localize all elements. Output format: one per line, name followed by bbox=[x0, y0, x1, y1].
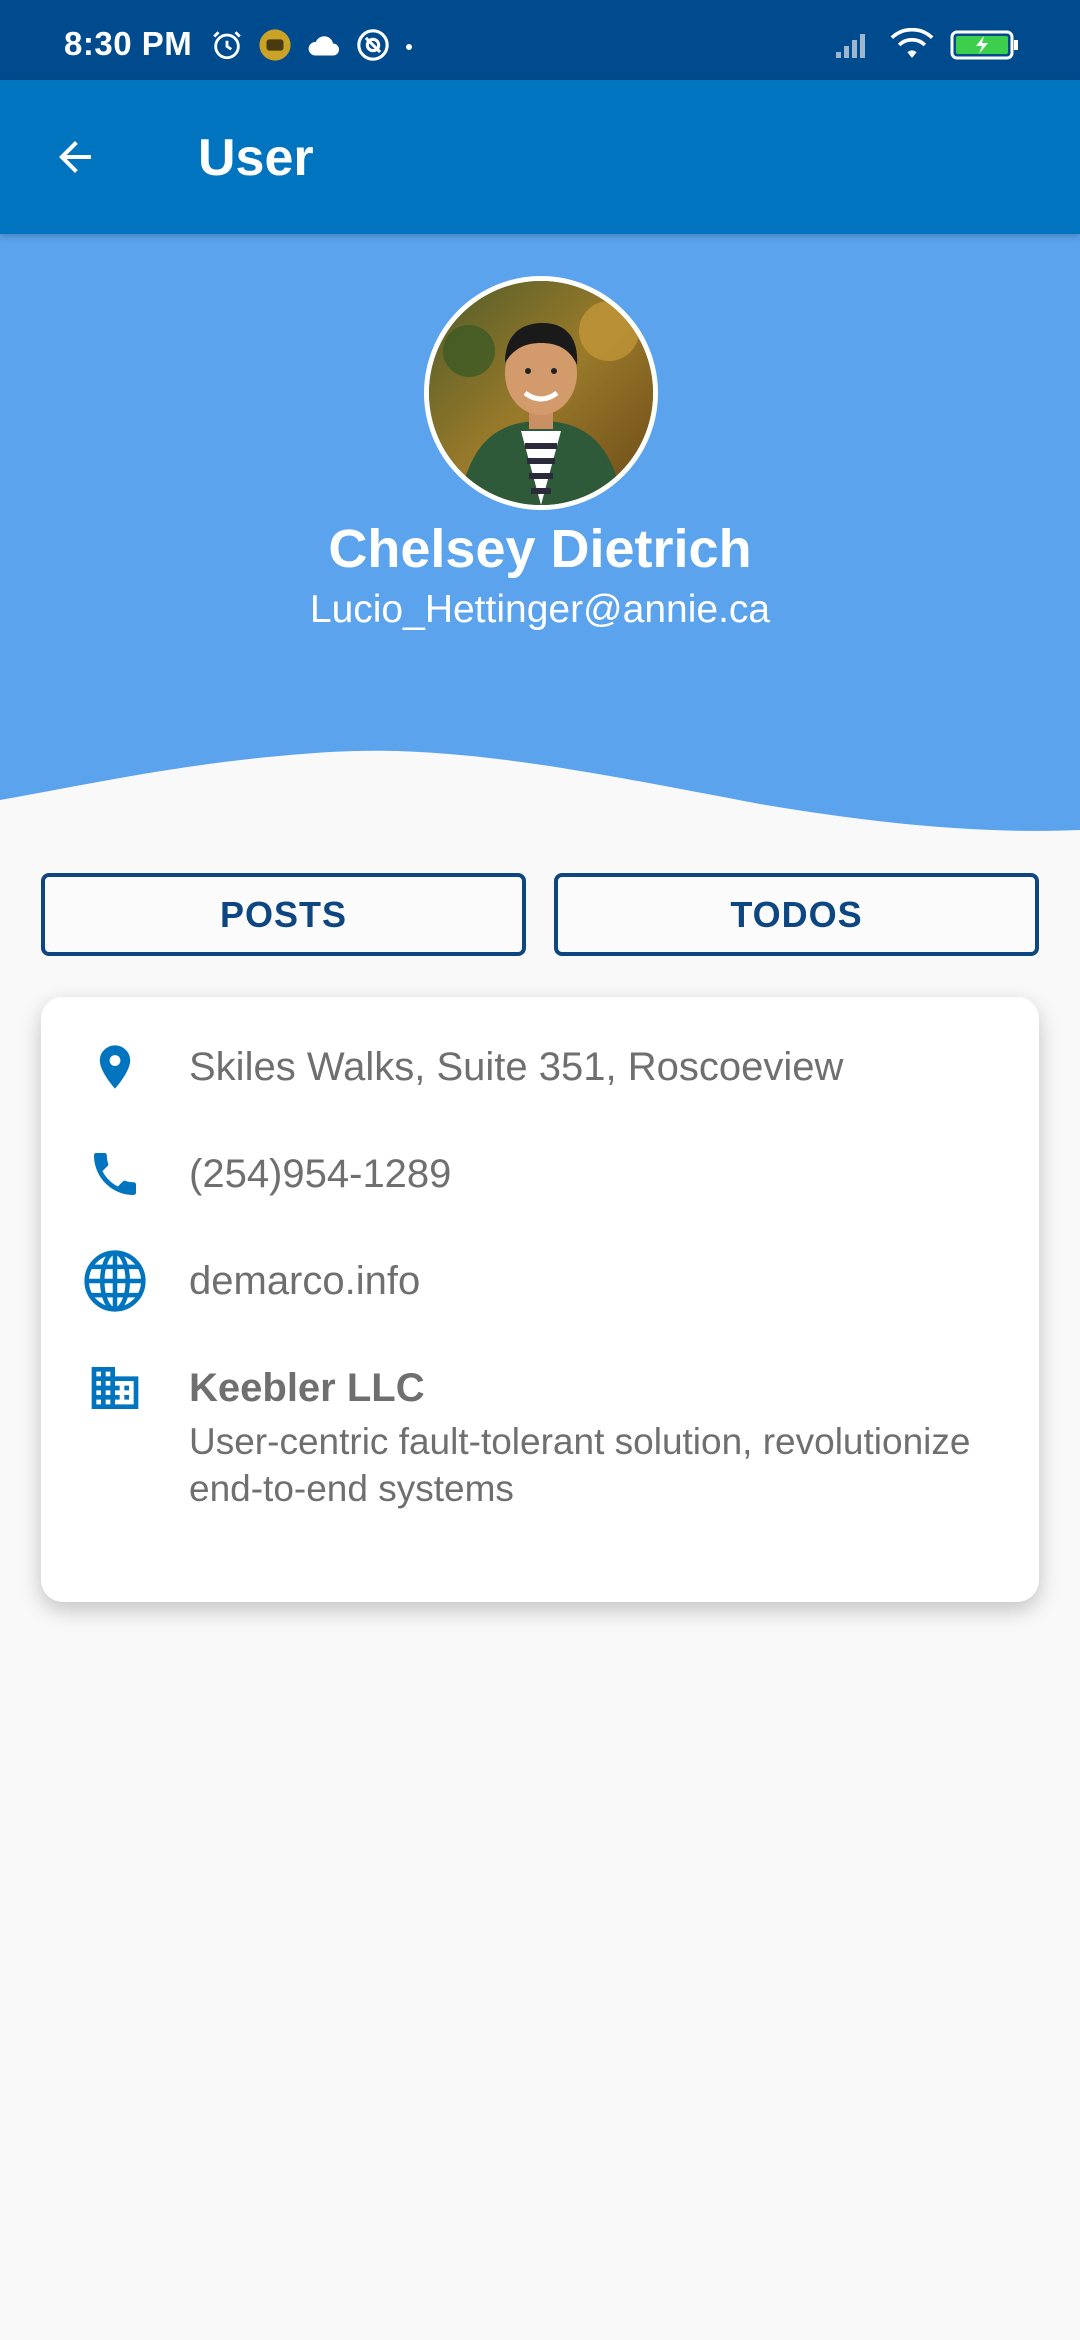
profile-header: Chelsey Dietrich Lucio_Hettinger@annie.c… bbox=[0, 234, 1080, 834]
status-left-icons bbox=[210, 28, 414, 67]
notification-badge-icon bbox=[258, 28, 292, 67]
posts-button[interactable]: POSTS bbox=[41, 873, 526, 956]
battery-charging-icon bbox=[950, 28, 1020, 67]
website-text: demarco.info bbox=[189, 1259, 421, 1303]
wifi-icon bbox=[890, 27, 934, 67]
phone-text: (254)954-1289 bbox=[189, 1152, 452, 1196]
location-pin-icon bbox=[79, 1031, 151, 1103]
company-catchphrase: User-centric fault-tolerant solution, re… bbox=[189, 1421, 971, 1509]
app-bar: User bbox=[0, 80, 1080, 234]
status-time: 8:30 PM bbox=[64, 25, 193, 62]
todos-button[interactable]: TODOS bbox=[554, 873, 1039, 956]
arrow-back-icon bbox=[59, 141, 91, 173]
cloud-icon bbox=[306, 30, 342, 65]
user-info-card: Skiles Walks, Suite 351, Roscoeview (254… bbox=[41, 997, 1039, 1602]
alarm-icon bbox=[210, 28, 244, 67]
page-title: User bbox=[198, 129, 314, 187]
company-name: Keebler LLC bbox=[189, 1366, 425, 1410]
avatar bbox=[424, 276, 658, 510]
address-text: Skiles Walks, Suite 351, Roscoeview bbox=[189, 1045, 844, 1089]
action-buttons: POSTS TODOS bbox=[41, 873, 1039, 956]
at-sign-icon bbox=[356, 28, 390, 67]
back-button[interactable] bbox=[36, 125, 114, 189]
phone-icon bbox=[79, 1138, 151, 1210]
company-block: Keebler LLC User-centric fault-tolerant … bbox=[189, 1364, 1009, 1512]
globe-icon bbox=[79, 1245, 151, 1317]
status-bar: 8:30 PM bbox=[0, 0, 1080, 80]
status-right-icons bbox=[834, 27, 1020, 67]
user-name: Chelsey Dietrich bbox=[328, 519, 752, 579]
user-email: Lucio_Hettinger@annie.ca bbox=[309, 588, 771, 631]
building-icon bbox=[79, 1352, 151, 1424]
dot-icon bbox=[404, 39, 414, 57]
signal-icon bbox=[834, 30, 874, 65]
